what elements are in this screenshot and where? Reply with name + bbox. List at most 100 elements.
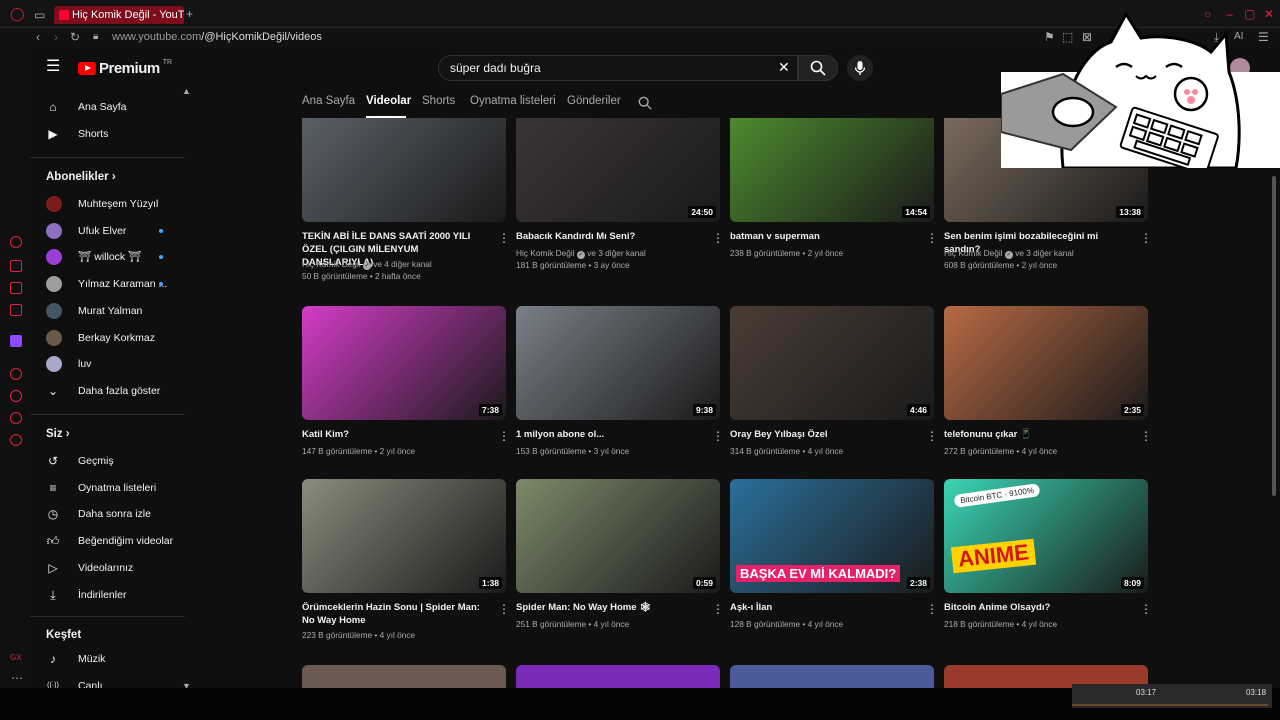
video-title[interactable]: telefonunu çıkar 📱 [944,428,1130,441]
sidebar-history-icon[interactable] [10,368,22,380]
sidebar-item-shorts[interactable]: ▶ Shorts [30,121,185,147]
video-thumb-partial[interactable] [730,665,934,688]
video-title[interactable]: Babacık Kandırdı Mı Seni? [516,230,702,243]
sidebar-wallet-icon[interactable] [10,260,22,272]
sidebar-player-icon[interactable] [10,282,22,294]
more-options-icon[interactable]: ⋮ [498,603,510,615]
video-card[interactable]: 1:38 Örümceklerin Hazin Sonu | Spider Man… [302,479,510,654]
video-thumbnail[interactable]: 7:38 [302,306,506,420]
sidebar-messenger-icon[interactable] [10,304,22,316]
more-options-icon[interactable]: ⋮ [1140,603,1152,615]
new-tab-icon[interactable]: + [186,8,193,20]
video-thumbnail[interactable]: 0:59 [516,479,720,593]
sidebar-item-download[interactable]: ⤓ İndirilenler [30,582,185,608]
sidebar-item-history[interactable]: ↺ Geçmiş [30,448,185,474]
video-card[interactable]: 4:46 Oray Bey Yılbaşı Özel ⋮ 314 B görüntül… [730,306,938,481]
more-options-icon[interactable]: ⋮ [712,430,724,442]
video-title[interactable]: batman v superman [730,230,916,243]
video-channel[interactable]: Hiç Komik Değil ✓ ve 3 diğer kanal [944,248,1074,259]
sidebar-item-clock[interactable]: ◷ Daha sonra izle [30,501,185,527]
player-seek-bar[interactable] [1072,704,1268,706]
more-options-icon[interactable]: ⋮ [712,232,724,244]
tab-3[interactable]: Shorts [422,95,455,107]
clear-search-icon[interactable]: ✕ [778,60,790,74]
tab-5[interactable]: Gönderiler [567,95,621,107]
more-options-icon[interactable]: ⋮ [1140,430,1152,442]
video-thumbnail[interactable]: 2:35 [944,306,1148,420]
sidebar-item-subscription[interactable]: ⛩ willock ⛩ [30,244,185,270]
sidebar-pinboard-icon[interactable] [10,412,22,424]
video-card[interactable]: 14:54 batman v superman ⋮ 238 B görüntüleme… [730,108,938,283]
back-icon[interactable]: ‹ [36,31,40,43]
sidebar-speed-dial-icon[interactable] [10,236,22,248]
video-channel[interactable]: Hiç Komik Değil ✓ ve 3 diğer kanal [516,248,646,259]
search-button[interactable] [798,55,838,81]
video-thumbnail[interactable]: 1:38 [302,479,506,593]
sidebar-item-music[interactable]: ♪ Müzik [30,646,185,672]
sidebar-item-like[interactable]: 👍︎ Beğendiğim videolar [30,528,185,554]
tab-1[interactable]: Ana Sayfa [302,95,355,107]
video-thumbnail[interactable] [302,118,506,222]
video-card[interactable]: 0:59 Spider Man: No Way Home 🕸 ⋮ 251 B görü… [516,479,724,654]
page-scrollbar[interactable] [1272,176,1276,496]
video-card[interactable]: 24:50 Babacık Kandırdı Mı Seni? ⋮ Hiç Komik… [516,108,724,283]
voice-search-button[interactable] [847,55,873,81]
video-title[interactable]: Örümceklerin Hazin Sonu | Spider Man: No… [302,601,488,627]
video-thumbnail[interactable]: BAŞKA EV Mİ KALMADI? 2:38 [730,479,934,593]
forward-icon[interactable]: › [54,31,58,43]
tab-switcher-icon[interactable]: ▭ [34,9,45,21]
sidebar-scroll-up-icon[interactable]: ▲ [182,85,191,97]
sidebar-twitch-icon[interactable] [10,335,22,347]
sidebar-show-more[interactable]: ⌄ Daha fazla göster [30,378,185,404]
tab-4[interactable]: Oynatma listeleri [470,95,556,107]
video-card[interactable]: ANIME Bitcoin BTC · 9100% 8:09 Bitcoin Anim… [944,479,1152,654]
video-thumb-partial[interactable] [516,665,720,688]
video-title[interactable]: Katil Kim? [302,428,488,441]
more-options-icon[interactable]: ⋮ [498,430,510,442]
more-options-icon[interactable]: ⋮ [926,603,938,615]
video-card[interactable]: TEKİN ABİ İLE DANS SAATİ 2000 YILI ÖZEL … [302,108,510,283]
more-options-icon[interactable]: ⋮ [926,430,938,442]
tab-2[interactable]: Videolar [366,95,411,107]
reload-icon[interactable]: ↻ [70,31,80,43]
sidebar-item-subscription[interactable]: Yılmaz Karaman ... [30,271,185,297]
sidebar-gx-icon[interactable]: GX [10,652,22,664]
sidebar-item-subscription[interactable]: luv [30,351,185,377]
video-card[interactable]: 2:35 telefonunu çıkar 📱 ⋮ 272 B görüntüleme… [944,306,1152,481]
video-channel[interactable]: Hiç Komik Değil ✓ ve 4 diğer kanal [302,259,432,270]
video-thumbnail[interactable]: 9:38 [516,306,720,420]
sidebar-item-subscription[interactable]: Ufuk Elver [30,218,185,244]
video-title[interactable]: Aşk-ı İlan [730,601,916,614]
sidebar-subscriptions-heading[interactable]: Abonelikler › [46,171,116,183]
more-options-icon[interactable]: ⋮ [498,232,510,244]
sidebar-item-your-videos[interactable]: ▷ Videolarınız [30,555,185,581]
video-thumbnail[interactable]: 4:46 [730,306,934,420]
video-title[interactable]: Oray Bey Yılbaşı Özel [730,428,916,441]
video-thumbnail[interactable]: 24:50 [516,118,720,222]
video-thumb-partial[interactable] [302,665,506,688]
youtube-premium-logo[interactable]: Premium TR [78,59,172,77]
opera-logo-icon[interactable]: ◯ [10,7,25,20]
sidebar-clock-icon[interactable] [10,390,22,402]
more-options-icon[interactable]: ⋮ [712,603,724,615]
video-title[interactable]: Bitcoin Anime Olsaydı? [944,601,1130,614]
more-options-icon[interactable]: ⋮ [1140,232,1152,244]
more-options-icon[interactable]: ⋮ [926,232,938,244]
sidebar-item-home[interactable]: ⌂ Ana Sayfa [30,94,185,120]
sidebar-settings-icon[interactable] [10,434,22,446]
hamburger-menu-icon[interactable]: ☰ [46,59,60,75]
sidebar-item-subscription[interactable]: Murat Yalman [30,298,185,324]
search-input[interactable]: süper dadı buğra [450,61,541,75]
media-mini-player[interactable]: 03:17 03:18 [1072,684,1272,708]
video-card[interactable]: 9:38 1 milyon abone ol... ⋮ 153 B görüntüle… [516,306,724,481]
sidebar-you-heading[interactable]: Siz › [46,428,70,440]
video-thumbnail[interactable]: ANIME Bitcoin BTC · 9100% 8:09 [944,479,1148,593]
browser-tab-youtube[interactable]: Hiç Komik Değil - YouTube [54,6,184,24]
sidebar-more-icon[interactable]: ⋯ [11,672,23,684]
sidebar-item-subscription[interactable]: Muhteşem Yüzyıl [30,191,185,217]
video-title[interactable]: 1 milyon abone ol... [516,428,702,441]
video-title[interactable]: Spider Man: No Way Home 🕸 [516,601,702,614]
sidebar-item-playlist[interactable]: ≡ Oynatma listeleri [30,475,185,501]
url-text[interactable]: www.youtube.com/@HiçKomikDeğil/videos [112,31,322,43]
video-thumbnail[interactable]: 14:54 [730,118,934,222]
